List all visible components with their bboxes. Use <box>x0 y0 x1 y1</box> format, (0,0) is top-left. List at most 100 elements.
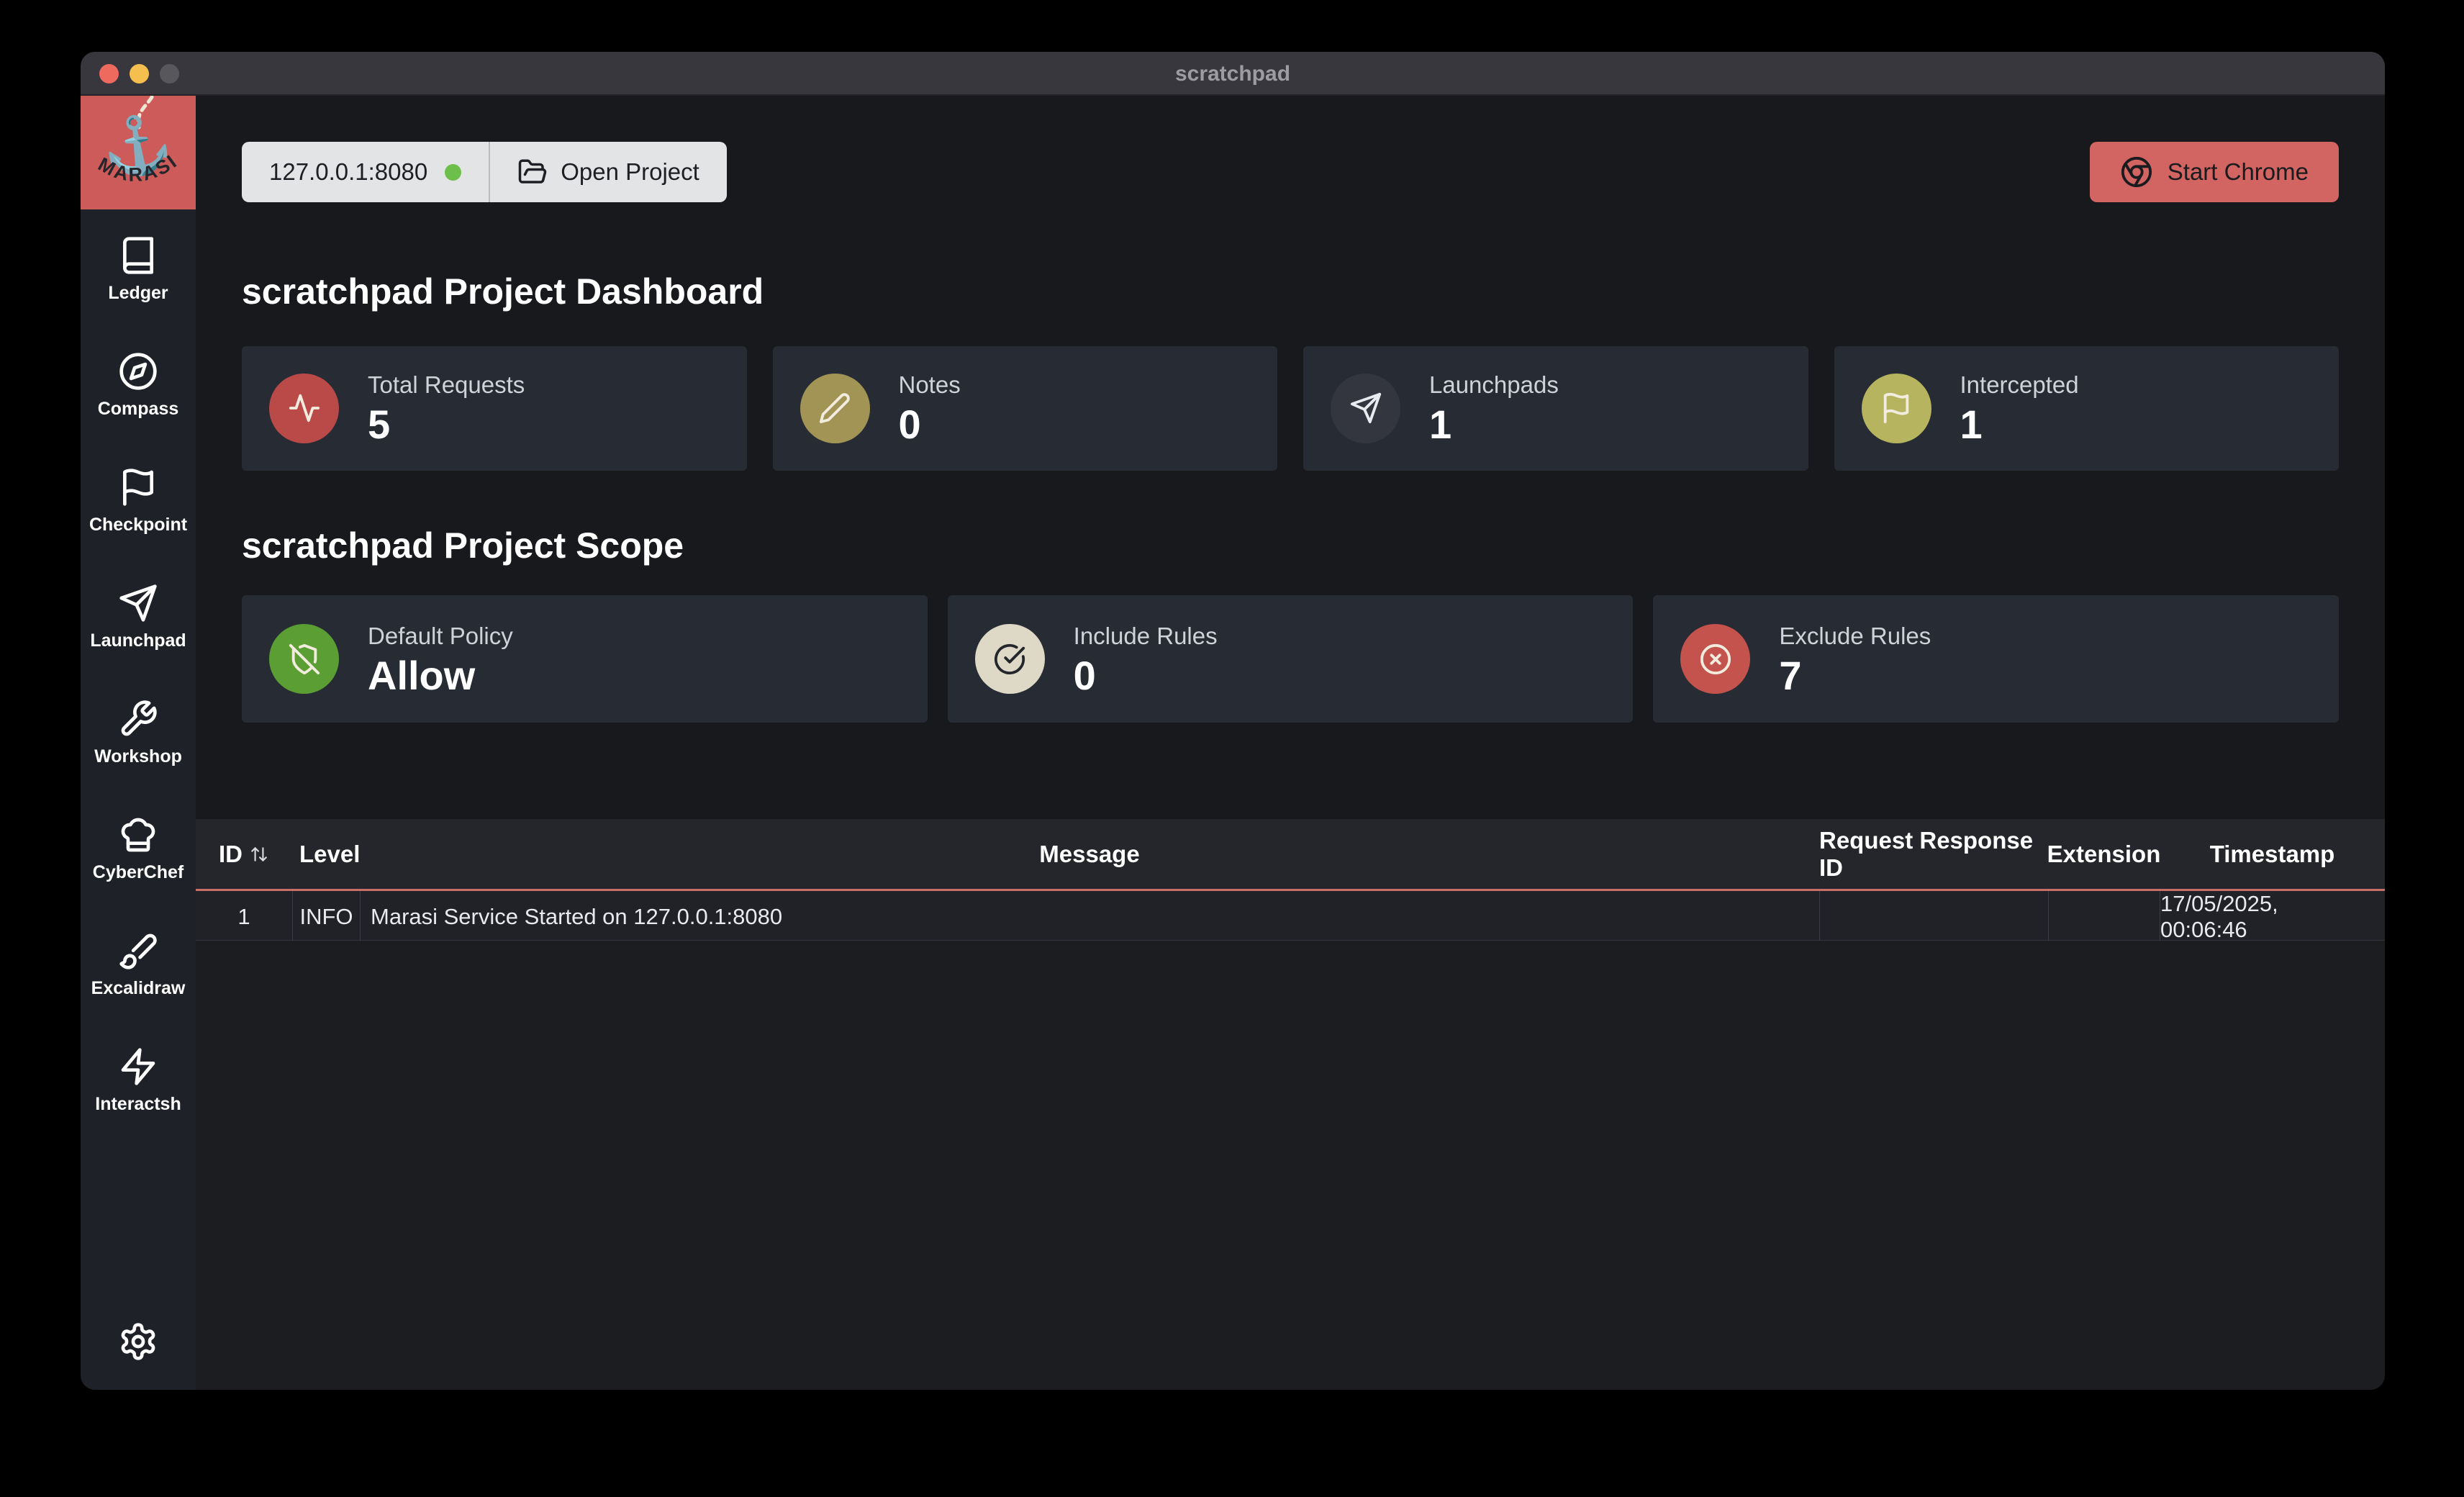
scope-title: scratchpad Project Scope <box>196 525 2385 567</box>
open-project-label: Open Project <box>561 158 699 186</box>
stat-icon-circle <box>1862 374 1931 443</box>
proxy-address: 127.0.0.1:8080 <box>269 158 427 186</box>
flag-icon <box>118 467 158 507</box>
send-icon <box>1349 392 1382 425</box>
sidebar: ⚓ MARASI Ledger Compass <box>81 96 196 1390</box>
sidebar-item-excalidraw[interactable]: Excalidraw <box>81 931 196 999</box>
shield-off-icon <box>288 643 321 676</box>
dashboard-title: scratchpad Project Dashboard <box>196 271 2385 313</box>
stat-value: 1 <box>1960 404 2079 445</box>
dashboard-stats: Total Requests 5 Notes 0 <box>196 346 2385 471</box>
zap-icon <box>118 1046 158 1087</box>
minimize-window-button[interactable] <box>130 64 149 83</box>
proxy-address-button[interactable]: 127.0.0.1:8080 <box>242 142 489 202</box>
scope-label: Default Policy <box>368 623 513 650</box>
sidebar-item-label: Checkpoint <box>89 515 187 535</box>
traffic-lights <box>99 64 179 83</box>
x-circle-icon <box>1699 643 1732 676</box>
stat-icon-circle <box>800 374 870 443</box>
column-header-timestamp[interactable]: Timestamp <box>2160 819 2385 889</box>
sidebar-item-checkpoint[interactable]: Checkpoint <box>81 467 196 535</box>
scope-value: Allow <box>368 656 513 696</box>
activity-icon <box>288 392 321 425</box>
stat-value: 0 <box>899 404 961 445</box>
cell-id: 1 <box>196 891 292 943</box>
sidebar-item-workshop[interactable]: Workshop <box>81 699 196 767</box>
gear-icon <box>118 1321 158 1362</box>
cell-extension <box>2048 891 2160 943</box>
sidebar-item-cyberchef[interactable]: CyberChef <box>81 815 196 883</box>
sidebar-item-label: Launchpad <box>90 630 186 651</box>
scope-icon-circle <box>269 624 339 694</box>
sidebar-item-compass[interactable]: Compass <box>81 351 196 420</box>
wrench-icon <box>118 699 158 739</box>
stat-label: Intercepted <box>1960 371 2079 399</box>
proxy-control-group: 127.0.0.1:8080 Open Project <box>242 142 727 202</box>
cell-message: Marasi Service Started on 127.0.0.1:8080 <box>360 891 1819 943</box>
sidebar-item-interactsh[interactable]: Interactsh <box>81 1046 196 1115</box>
stat-card-total-requests: Total Requests 5 <box>242 346 747 471</box>
start-chrome-label: Start Chrome <box>2168 158 2309 186</box>
scope-label: Include Rules <box>1074 623 1218 650</box>
sidebar-item-label: Compass <box>98 399 179 420</box>
sidebar-item-label: Ledger <box>108 283 168 304</box>
sidebar-item-label: Interactsh <box>95 1094 181 1115</box>
stat-card-launchpads: Launchpads 1 <box>1303 346 1808 471</box>
zoom-window-button[interactable] <box>160 64 179 83</box>
folder-open-icon <box>517 157 548 187</box>
chrome-icon <box>2120 155 2153 189</box>
pencil-icon <box>818 392 851 425</box>
brush-icon <box>118 931 158 971</box>
log-table-row[interactable]: 1 INFO Marasi Service Started on 127.0.0… <box>196 891 2385 941</box>
settings-button[interactable] <box>118 1321 158 1365</box>
proxy-status-dot <box>445 164 461 181</box>
scope-value: 7 <box>1779 656 1931 696</box>
sidebar-item-ledger[interactable]: Ledger <box>81 235 196 304</box>
sort-icon <box>250 845 268 864</box>
sidebar-item-label: Workshop <box>94 746 182 767</box>
chef-hat-icon <box>118 815 158 855</box>
sidebar-item-label: CyberChef <box>93 862 184 883</box>
titlebar: scratchpad <box>81 52 2385 96</box>
main-content: 127.0.0.1:8080 Open Project Start Chrome… <box>196 96 2385 1390</box>
stat-label: Notes <box>899 371 961 399</box>
check-circle-icon <box>993 643 1026 676</box>
stat-value: 1 <box>1429 404 1559 445</box>
column-header-level[interactable]: Level <box>292 819 360 889</box>
open-project-button[interactable]: Open Project <box>490 142 727 202</box>
log-table: ID Level Message Request Response ID Ext… <box>196 819 2385 1390</box>
column-header-id[interactable]: ID <box>196 819 292 889</box>
cell-timestamp: 17/05/2025, 00:06:46 <box>2160 891 2385 943</box>
column-header-message[interactable]: Message <box>360 819 1819 889</box>
column-header-extension[interactable]: Extension <box>2048 819 2160 889</box>
sidebar-item-launchpad[interactable]: Launchpad <box>81 583 196 651</box>
stat-icon-circle <box>269 374 339 443</box>
start-chrome-button[interactable]: Start Chrome <box>2090 142 2339 202</box>
sidebar-nav: Ledger Compass Checkpoint Launchpad Work… <box>81 235 196 1115</box>
scope-value: 0 <box>1074 656 1218 696</box>
stat-label: Total Requests <box>368 371 525 399</box>
stat-icon-circle <box>1331 374 1400 443</box>
top-toolbar: 127.0.0.1:8080 Open Project Start Chrome <box>196 96 2385 202</box>
cell-level: INFO <box>292 891 360 943</box>
scope-card-exclude-rules: Exclude Rules 7 <box>1653 595 2339 723</box>
close-window-button[interactable] <box>99 64 119 83</box>
log-table-empty-area <box>196 941 2385 1390</box>
app-window: scratchpad ⚓ MARASI Ledger <box>81 52 2385 1390</box>
stat-card-intercepted: Intercepted 1 <box>1834 346 2340 471</box>
stat-card-notes: Notes 0 <box>773 346 1278 471</box>
compass-icon <box>118 351 158 392</box>
scope-card-include-rules: Include Rules 0 <box>948 595 1634 723</box>
log-table-header: ID Level Message Request Response ID Ext… <box>196 819 2385 891</box>
scope-icon-circle <box>975 624 1045 694</box>
stat-value: 5 <box>368 404 525 445</box>
stat-label: Launchpads <box>1429 371 1559 399</box>
sidebar-item-label: Excalidraw <box>91 978 186 999</box>
column-header-request-response-id[interactable]: Request Response ID <box>1819 819 2048 889</box>
send-icon <box>118 583 158 623</box>
scope-card-default-policy: Default Policy Allow <box>242 595 928 723</box>
flag-icon <box>1880 392 1913 425</box>
cell-request-response-id <box>1819 891 2048 943</box>
window-title: scratchpad <box>1175 62 1290 86</box>
scope-icon-circle <box>1680 624 1750 694</box>
